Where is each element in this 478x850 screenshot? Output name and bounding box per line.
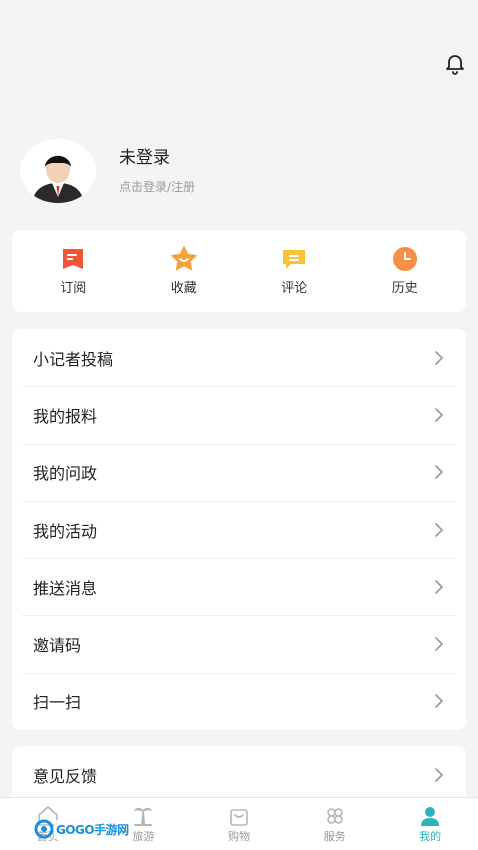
chevron-right-icon: [435, 522, 443, 537]
chevron-right-icon: [435, 465, 443, 480]
shopping-bag-icon: [230, 809, 248, 826]
menu-item-scan[interactable]: 扫一扫: [12, 672, 466, 730]
chevron-right-icon: [435, 767, 443, 782]
username[interactable]: 未登录: [119, 147, 195, 169]
comments-label: 评论: [281, 281, 308, 296]
chevron-right-icon: [435, 350, 443, 365]
menu-list: 小记者投稿 我的报料 我的问政 我的活动 推送消息 邀请码 扫一扫: [12, 329, 466, 730]
menu-item-my-reports[interactable]: 我的报料: [12, 386, 466, 443]
login-register-link[interactable]: 点击登录/注册: [119, 179, 195, 195]
chevron-right-icon: [435, 637, 443, 651]
menu-item-label: 我的问政: [33, 464, 98, 484]
history-button[interactable]: 历史: [355, 245, 455, 297]
clock-icon: [392, 247, 417, 271]
comments-button[interactable]: 评论: [244, 245, 344, 297]
menu-item-label: 扫一扫: [33, 693, 82, 713]
menu-item-label: 我的活动: [33, 521, 98, 541]
menu-item-label: 小记者投稿: [33, 349, 114, 369]
tab-label: 服务: [323, 830, 346, 843]
profile-section[interactable]: 未登录 点击登录/注册: [20, 138, 460, 204]
chevron-right-icon: [435, 408, 443, 422]
palm-tree-icon: [134, 807, 153, 826]
chevron-right-icon: [435, 694, 443, 709]
menu-item-invite-code[interactable]: 邀请码: [12, 615, 466, 672]
menu-item-reporter-submission[interactable]: 小记者投稿: [12, 329, 466, 386]
tab-label: 购物: [227, 830, 250, 843]
menu-item-push-messages[interactable]: 推送消息: [12, 558, 466, 615]
tab-service[interactable]: 服务: [300, 804, 370, 844]
favorites-button[interactable]: 收藏: [134, 245, 234, 297]
menu-item-feedback[interactable]: 意见反馈: [12, 746, 466, 803]
menu-item-my-inquiries[interactable]: 我的问政: [12, 443, 466, 501]
bell-icon[interactable]: [443, 52, 467, 76]
user-icon: [421, 807, 440, 826]
menu-item-label: 推送消息: [33, 578, 98, 598]
menu-item-my-activities[interactable]: 我的活动: [12, 500, 466, 558]
history-label: 历史: [391, 281, 418, 296]
tab-mine[interactable]: 我的: [395, 804, 465, 844]
comment-icon: [283, 250, 306, 269]
avatar[interactable]: [20, 139, 96, 203]
menu-item-label: 邀请码: [33, 636, 82, 656]
menu-item-label: 意见反馈: [33, 766, 98, 786]
subscribe-label: 订阅: [60, 281, 87, 296]
menu-item-label: 我的报料: [33, 406, 98, 426]
menu-list-secondary: 意见反馈: [12, 746, 466, 804]
tab-label: 旅游: [132, 830, 155, 843]
star-icon: [171, 246, 197, 271]
watermark-text: GOGO手游网: [54, 819, 131, 839]
favorites-label: 收藏: [170, 281, 197, 296]
subscribe-button[interactable]: 订阅: [23, 245, 123, 297]
chevron-right-icon: [435, 580, 443, 594]
service-icon: [326, 808, 343, 824]
subscribe-icon: [63, 249, 84, 269]
tab-label: 我的: [419, 830, 442, 843]
quick-actions-card: 订阅 收藏 评论 历史: [12, 230, 466, 312]
watermark-logo: GOGO手游网: [34, 814, 134, 844]
tab-shopping[interactable]: 购物: [204, 804, 274, 844]
watermark-icon: [34, 819, 54, 839]
